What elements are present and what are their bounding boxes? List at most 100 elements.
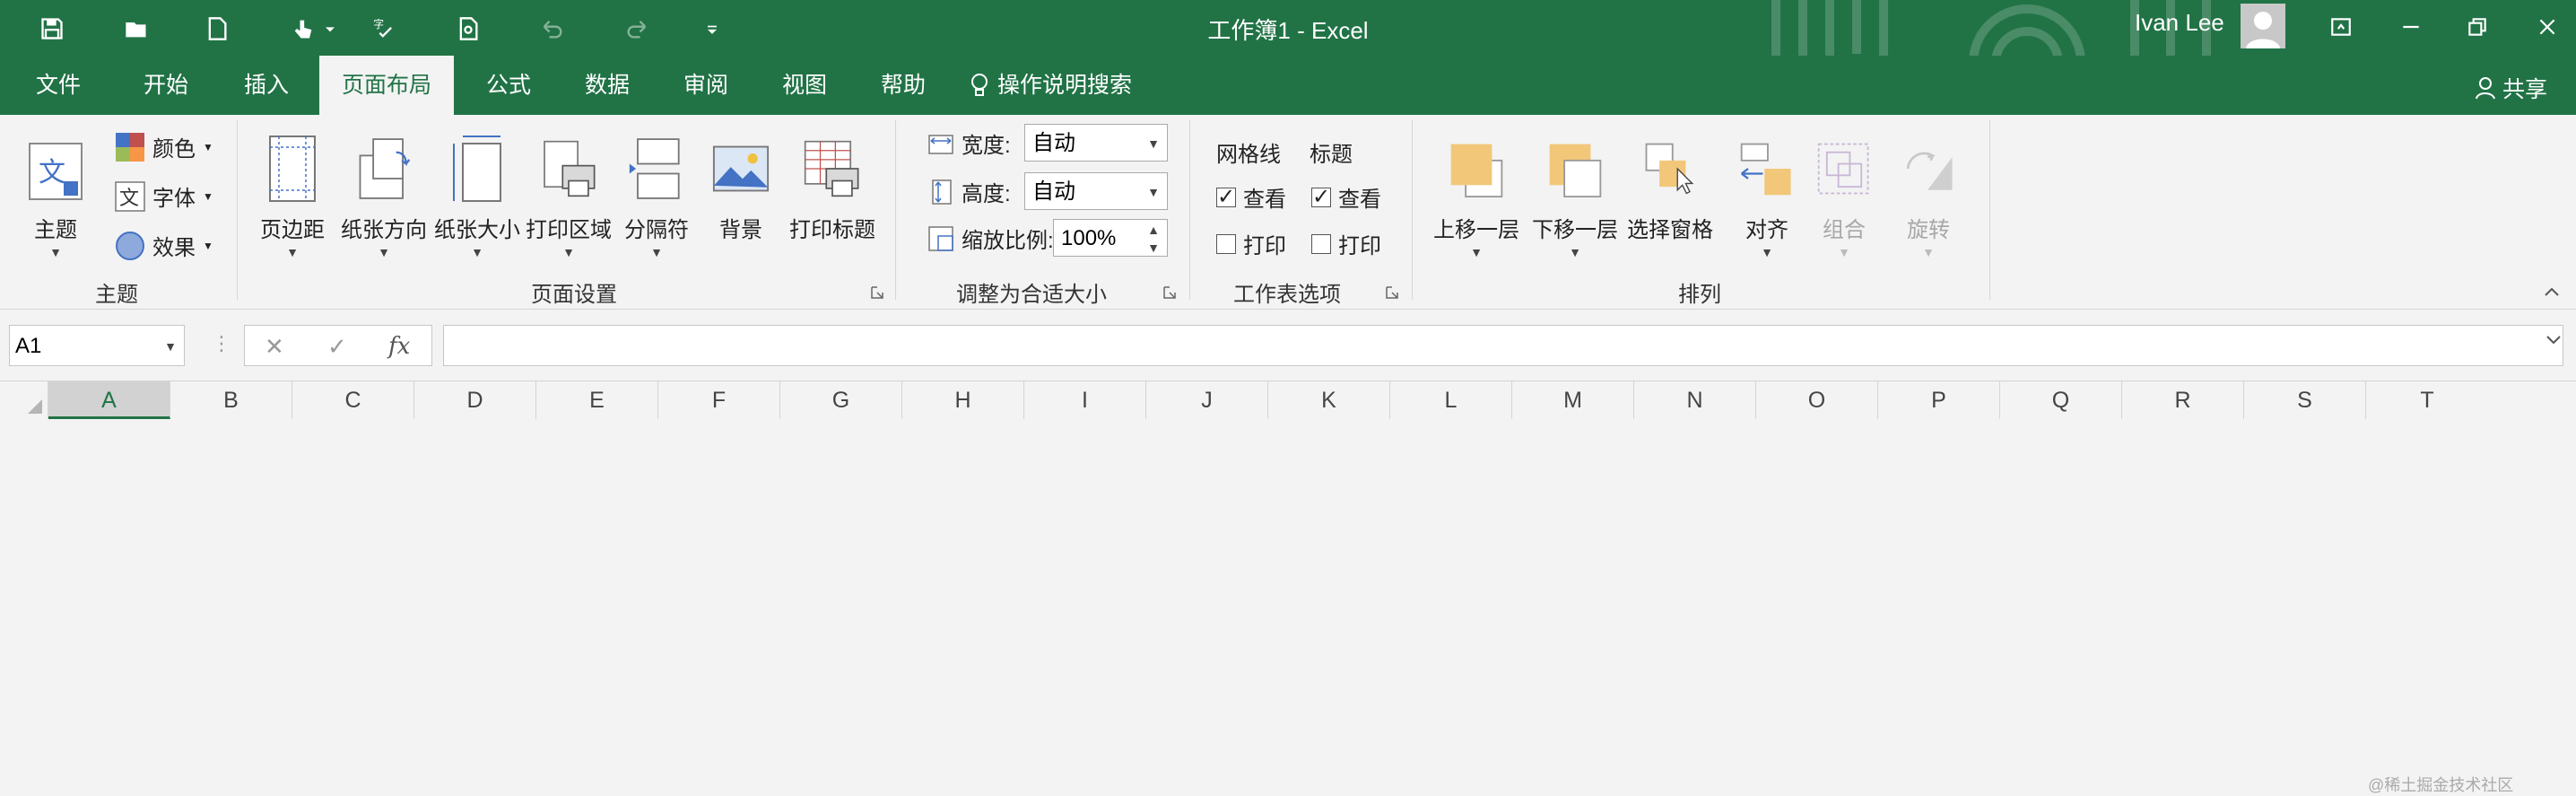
column-header[interactable]: L (1390, 381, 1512, 419)
tab-insert[interactable]: 插入 (226, 56, 307, 115)
checkbox-unchecked-icon (1311, 233, 1331, 254)
effects-button[interactable]: 效果 ▼ (115, 230, 213, 261)
column-header[interactable]: D (414, 381, 536, 419)
tab-file[interactable]: 文件 (20, 56, 97, 115)
size-button[interactable]: 纸张大小 ▼ (434, 124, 520, 259)
close-icon[interactable] (2529, 9, 2565, 45)
chevron-down-icon: ▼ (203, 140, 213, 153)
tell-me-search[interactable]: 操作说明搜索 (969, 56, 1148, 115)
effects-icon (115, 231, 145, 261)
column-header[interactable]: T (2366, 381, 2488, 419)
column-header[interactable]: G (780, 381, 902, 419)
themes-button[interactable]: 文 主题 ▼ (27, 124, 84, 259)
group-button[interactable]: 组合 ▼ (1815, 124, 1873, 259)
lightbulb-icon (969, 72, 990, 99)
gridlines-print-checkbox[interactable]: 打印 (1216, 228, 1286, 259)
send-backward-button[interactable]: 下移一层 ▼ (1532, 124, 1618, 259)
background-button[interactable]: 背景 (712, 124, 770, 243)
column-header[interactable]: P (1878, 381, 2000, 419)
spin-down-icon[interactable]: ▼ (1147, 229, 1160, 267)
headings-header: 标题 (1310, 143, 1353, 167)
cancel-icon[interactable]: ✕ (265, 333, 284, 361)
select-all-corner[interactable] (0, 381, 48, 419)
scale-group-label: 调整为合适大小 (956, 283, 1107, 307)
column-header[interactable]: Q (2000, 381, 2122, 419)
group-objects-icon (1815, 124, 1873, 205)
bring-forward-label: 上移一层 (1433, 218, 1519, 242)
formula-input[interactable] (443, 325, 2563, 366)
formula-bar: A1 ▼ ⋮ ✕ ✓ fx (0, 321, 2576, 373)
size-label: 纸张大小 (434, 218, 520, 242)
column-header[interactable]: F (658, 381, 780, 419)
collapse-ribbon-icon[interactable] (2544, 285, 2560, 302)
user-name[interactable]: Ivan Lee (2135, 9, 2224, 37)
chevron-down-icon: ▼ (1569, 245, 1581, 259)
height-select[interactable]: 自动 ▼ (1024, 172, 1168, 210)
drag-handle-icon[interactable]: ⋮ (212, 332, 231, 355)
dialog-launcher-icon[interactable] (870, 285, 884, 300)
tab-page-layout[interactable]: 页面布局 (319, 56, 454, 115)
align-label: 对齐 (1745, 218, 1788, 242)
breaks-button[interactable]: 分隔符 ▼ (624, 124, 689, 259)
minimize-icon[interactable] (2393, 9, 2429, 45)
ribbon-display-icon[interactable] (2323, 9, 2359, 45)
column-header[interactable]: M (1512, 381, 1634, 419)
name-box[interactable]: A1 ▼ (9, 325, 185, 366)
gridlines-view-checkbox[interactable]: ✓ 查看 (1216, 181, 1286, 213)
gridlines-view-label: 查看 (1243, 188, 1286, 212)
column-header[interactable]: N (1634, 381, 1756, 419)
margins-icon (264, 124, 321, 205)
restore-icon[interactable] (2459, 9, 2495, 45)
tab-review[interactable]: 审阅 (666, 56, 746, 115)
column-header[interactable]: C (292, 381, 414, 419)
column-headers: A B C D E F G H I J K L M N O P Q R S T … (0, 381, 2576, 794)
column-header[interactable]: S (2244, 381, 2366, 419)
print-area-button[interactable]: 打印区域 ▼ (526, 124, 612, 259)
page-setup-group-label: 页面设置 (531, 283, 617, 307)
tab-view[interactable]: 视图 (764, 56, 845, 115)
column-header[interactable]: H (902, 381, 1024, 419)
width-label: 宽度: (962, 134, 1011, 158)
chevron-down-icon: ▼ (650, 245, 663, 259)
tab-help[interactable]: 帮助 (863, 56, 944, 115)
colors-icon (115, 132, 145, 162)
tab-home[interactable]: 开始 (126, 56, 206, 115)
column-header[interactable]: B (170, 381, 292, 419)
colors-label: 颜色 (152, 137, 196, 162)
chevron-down-icon[interactable]: ▼ (164, 326, 177, 367)
share-button[interactable]: 共享 (2476, 72, 2547, 104)
group-divider (1189, 120, 1190, 300)
selection-pane-button[interactable]: 选择窗格 (1627, 124, 1713, 243)
rotate-button[interactable]: 旋转 ▼ (1900, 124, 1957, 259)
column-header[interactable]: E (536, 381, 658, 419)
orientation-button[interactable]: 纸张方向 ▼ (341, 124, 427, 259)
send-backward-label: 下移一层 (1532, 218, 1618, 242)
dialog-launcher-icon[interactable] (1385, 285, 1399, 300)
fonts-button[interactable]: 文 字体 ▼ (115, 180, 213, 212)
enter-icon[interactable]: ✓ (327, 333, 347, 361)
colors-button[interactable]: 颜色 ▼ (115, 131, 213, 162)
avatar[interactable] (2241, 4, 2285, 48)
column-header[interactable]: I (1024, 381, 1146, 419)
dialog-launcher-icon[interactable] (1162, 285, 1177, 300)
chevron-down-icon: ▼ (203, 189, 213, 203)
print-titles-button[interactable]: 打印标题 (789, 124, 875, 243)
column-header[interactable]: O (1756, 381, 1878, 419)
margins-button[interactable]: 页边距 ▼ (260, 124, 325, 259)
align-button[interactable]: 对齐 ▼ (1738, 124, 1796, 259)
column-header[interactable]: R (2122, 381, 2244, 419)
tab-data[interactable]: 数据 (567, 56, 648, 115)
expand-formula-bar-icon[interactable] (2546, 334, 2562, 351)
column-header[interactable]: K (1268, 381, 1390, 419)
bring-forward-button[interactable]: 上移一层 ▼ (1433, 124, 1519, 259)
send-backward-icon (1546, 124, 1604, 205)
insert-function-icon[interactable]: fx (388, 333, 410, 360)
scale-spinner[interactable]: 100% ▲ ▼ (1053, 219, 1168, 257)
width-select[interactable]: 自动 ▼ (1024, 124, 1168, 162)
column-header[interactable]: A (48, 381, 170, 419)
column-header[interactable]: J (1146, 381, 1268, 419)
chevron-down-icon: ▼ (1147, 185, 1160, 199)
headings-view-checkbox[interactable]: ✓ 查看 (1311, 181, 1381, 213)
headings-print-checkbox[interactable]: 打印 (1311, 228, 1381, 259)
tab-formulas[interactable]: 公式 (468, 56, 549, 115)
